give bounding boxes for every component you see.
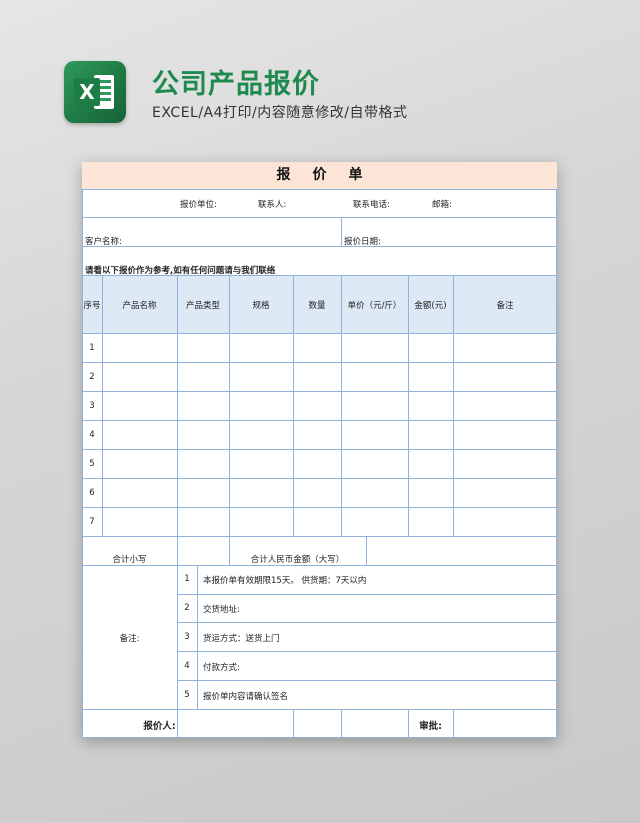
total-lowercase-label: 合计小写: [112, 555, 147, 565]
phone-label: 联系电话:: [353, 200, 390, 210]
col-header-unit-price: 单价（元/斤）: [347, 301, 402, 311]
col-header-remark: 备注: [496, 301, 514, 311]
approver-label: 审批:: [419, 721, 442, 732]
remark-number: 5: [184, 690, 190, 700]
remark-text: 付款方式:: [203, 663, 240, 673]
excel-logo-icon: X: [64, 61, 126, 123]
quote-unit-label: 报价单位:: [180, 200, 217, 210]
col-header-amount: 金额(元): [414, 301, 447, 311]
remark-text: 本报价单有效期限15天。 供货期：7天以内: [203, 576, 367, 586]
row-number: 1: [89, 343, 95, 353]
remarks-label: 备注:: [119, 634, 140, 644]
page-subtitle: EXCEL/A4打印/内容随意修改/自带格式: [152, 105, 408, 121]
notice-text: 请看以下报价作为参考,如有任何问题请与我们联络: [85, 266, 276, 276]
remark-number: 4: [184, 661, 190, 671]
row-number: 2: [89, 372, 95, 382]
remark-text: 货运方式：送货上门: [203, 634, 280, 644]
row-number: 5: [89, 459, 95, 469]
row-number: 4: [89, 430, 95, 440]
row-number: 6: [89, 488, 95, 498]
col-header-product-name: 产品名称: [122, 301, 157, 311]
customer-name-label: 客户名称:: [85, 237, 122, 247]
quote-date-label: 报价日期:: [344, 237, 381, 247]
remark-text: 交货地址:: [203, 605, 240, 615]
total-uppercase-label: 合计人民币金额（大写）: [250, 555, 345, 565]
row-number: 3: [89, 401, 95, 411]
email-label: 邮箱:: [432, 200, 452, 210]
quoter-label: 报价人:: [143, 721, 176, 732]
remark-number: 1: [184, 574, 190, 584]
col-header-index: 序号: [83, 301, 101, 311]
sheet-title: 报价单: [276, 167, 385, 183]
quote-sheet: 报价单 报价单位: 联系人: 联系电话: 邮箱: 客户名称: 报价日期: 请看以…: [82, 162, 557, 738]
remark-text: 报价单内容请确认签名: [203, 692, 289, 702]
col-header-spec: 规格: [252, 301, 270, 311]
contact-label: 联系人:: [258, 200, 287, 210]
remark-number: 3: [184, 632, 190, 642]
col-header-product-type: 产品类型: [185, 301, 220, 311]
page-title: 公司产品报价: [152, 69, 320, 100]
col-header-quantity: 数量: [308, 301, 326, 311]
excel-x-icon: X: [74, 78, 100, 106]
row-number: 7: [89, 517, 95, 527]
remark-number: 2: [184, 603, 190, 613]
